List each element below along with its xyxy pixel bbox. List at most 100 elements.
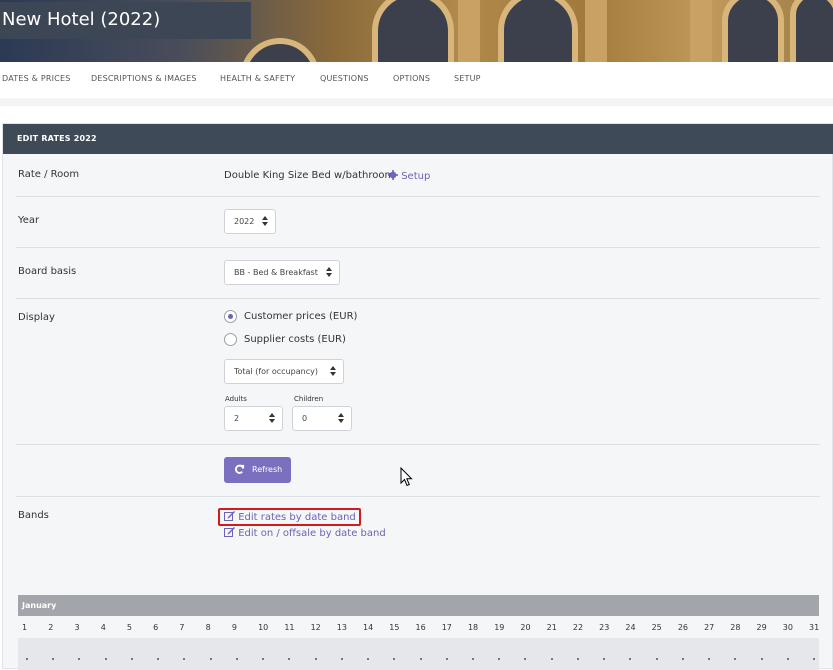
- calendar-rate-cell[interactable]: [681, 658, 684, 660]
- calendar-day: 15: [389, 623, 400, 632]
- calendar-rate-cell[interactable]: [393, 658, 396, 660]
- tab-options[interactable]: OPTIONS: [393, 74, 430, 83]
- calendar-day: 29: [756, 623, 767, 632]
- calendar-day: 14: [363, 623, 374, 632]
- bands-row: Bands Edit rates by date band Edit on / …: [16, 497, 820, 577]
- calendar-rate-cell[interactable]: [157, 658, 160, 660]
- supplier-costs-radio[interactable]: [224, 333, 237, 346]
- calendar-rate-cell[interactable]: [288, 658, 291, 660]
- calendar-rate-cell[interactable]: [340, 658, 343, 660]
- calendar-day: 12: [310, 623, 321, 632]
- calendar-rate-cell[interactable]: [498, 658, 501, 660]
- setup-link[interactable]: Setup: [388, 170, 430, 182]
- board-basis-select-value: BB - Bed & Breakfast: [234, 268, 318, 277]
- calendar-rate-cell[interactable]: [419, 658, 422, 660]
- select-arrows-icon: [330, 366, 336, 377]
- calendar-day: 16: [415, 623, 426, 632]
- edit-icon: [224, 527, 235, 537]
- calendar-day: 17: [441, 623, 452, 632]
- calendar-rate-cell[interactable]: [813, 658, 815, 660]
- calendar-day: 2: [48, 623, 54, 632]
- year-select-value: 2022: [234, 217, 255, 226]
- calendar-day: 9: [231, 623, 237, 632]
- calendar-day: 5: [126, 623, 133, 632]
- board-basis-select[interactable]: BB - Bed & Breakfast: [224, 260, 340, 285]
- calendar-day: 22: [572, 623, 584, 632]
- calendar-rate-cell[interactable]: [104, 658, 107, 660]
- calendar-day: 11: [284, 623, 295, 632]
- calendar-rate-cell[interactable]: [550, 658, 553, 660]
- tab-bar: DATES & PRICES DESCRIPTIONS & IMAGES HEA…: [0, 62, 833, 98]
- customer-prices-label: Customer prices (EUR): [244, 311, 358, 322]
- calendar-rate-cell[interactable]: [524, 658, 527, 660]
- calendar-rate-cell[interactable]: [786, 658, 789, 660]
- calendar-rate-cell[interactable]: [603, 658, 606, 660]
- pricing-mode-select[interactable]: Total (for occupancy): [224, 359, 344, 384]
- calendar-day: 4: [100, 623, 106, 632]
- gear-icon: [388, 170, 398, 180]
- calendar-rate-cell[interactable]: [78, 658, 81, 660]
- calendar-rate-cell[interactable]: [26, 658, 28, 660]
- children-label: Children: [294, 395, 324, 403]
- calendar-day: 30: [782, 623, 793, 632]
- calendar-rate-cell[interactable]: [445, 658, 448, 660]
- children-value: 0: [302, 414, 308, 423]
- calendar-rate-cell[interactable]: [734, 658, 737, 660]
- calendar-day: 6: [153, 623, 159, 632]
- calendar-day: 25: [651, 623, 662, 632]
- calendar-day: 10: [258, 623, 269, 632]
- calendar-rate-cell[interactable]: [209, 658, 212, 660]
- calendar-rate-cell[interactable]: [183, 658, 186, 660]
- calendar-rate-cell[interactable]: [655, 658, 658, 660]
- calendar-rate-cell[interactable]: [760, 658, 763, 660]
- calendar-days-row: 1 2 3 4 5 6 7 8 9 10 11 12 13 14 15 16 17 18 19 20 21 22 23 24 2…: [18, 618, 819, 638]
- refresh-icon: [235, 464, 245, 474]
- setup-link-label: Setup: [401, 171, 431, 182]
- calendar-rate-cell[interactable]: [576, 658, 579, 660]
- calendar-rate-cell[interactable]: [471, 658, 474, 660]
- tab-descriptions-images[interactable]: DESCRIPTIONS & IMAGES: [91, 74, 197, 83]
- children-select[interactable]: 0: [292, 406, 352, 431]
- select-arrows-icon: [269, 413, 275, 424]
- tab-health-safety[interactable]: HEALTH & SAFETY: [220, 74, 295, 83]
- edit-onsale-link-label: Edit on / offsale by date band: [238, 528, 386, 539]
- calendar-day: 24: [625, 623, 636, 632]
- refresh-button[interactable]: Refresh: [224, 457, 291, 483]
- tab-dates-prices[interactable]: DATES & PRICES: [2, 74, 70, 83]
- calendar-rate-cell[interactable]: [262, 658, 265, 660]
- mouse-cursor-icon: [400, 467, 413, 487]
- edit-rates-by-date-band-link[interactable]: Edit rates by date band: [224, 511, 356, 523]
- refresh-row: Refresh: [16, 445, 820, 497]
- adults-value: 2: [234, 414, 240, 423]
- calendar-rate-cell[interactable]: [367, 658, 370, 660]
- bands-label: Bands: [18, 510, 49, 521]
- board-basis-row: Board basis BB - Bed & Breakfast: [16, 248, 820, 299]
- edit-onsale-offsale-link[interactable]: Edit on / offsale by date band: [224, 527, 386, 539]
- calendar-rate-cell[interactable]: [708, 658, 711, 660]
- display-row: Display Customer prices (EUR) Supplier c…: [16, 299, 820, 445]
- calendar-rate-cell[interactable]: [52, 658, 55, 660]
- calendar-day: 3: [74, 623, 80, 632]
- calendar-rate-cell[interactable]: [235, 658, 238, 660]
- tab-setup[interactable]: SETUP: [454, 74, 481, 83]
- calendar-rate-cell[interactable]: [314, 658, 317, 660]
- calendar-day: 19: [494, 623, 505, 632]
- adults-select[interactable]: 2: [224, 406, 283, 431]
- year-select[interactable]: 2022: [224, 209, 276, 234]
- calendar-day: 21: [546, 623, 557, 632]
- select-arrows-icon: [326, 267, 332, 278]
- refresh-button-label: Refresh: [252, 465, 283, 474]
- select-arrows-icon: [338, 413, 344, 424]
- edit-rates-link-label: Edit rates by date band: [238, 512, 356, 523]
- rate-room-row: Rate / Room Double King Size Bed w/bathr…: [16, 154, 820, 197]
- year-label: Year: [18, 215, 40, 226]
- adults-label: Adults: [225, 395, 247, 403]
- calendar-rates-row: [18, 638, 819, 670]
- tab-questions[interactable]: QUESTIONS: [320, 74, 369, 83]
- calendar-day: 28: [730, 623, 741, 632]
- calendar-day: 20: [520, 623, 531, 632]
- customer-prices-radio[interactable]: [224, 310, 237, 323]
- calendar-rate-cell[interactable]: [629, 658, 632, 660]
- calendar-rate-cell[interactable]: [130, 658, 133, 660]
- calendar-day: 1: [22, 623, 28, 632]
